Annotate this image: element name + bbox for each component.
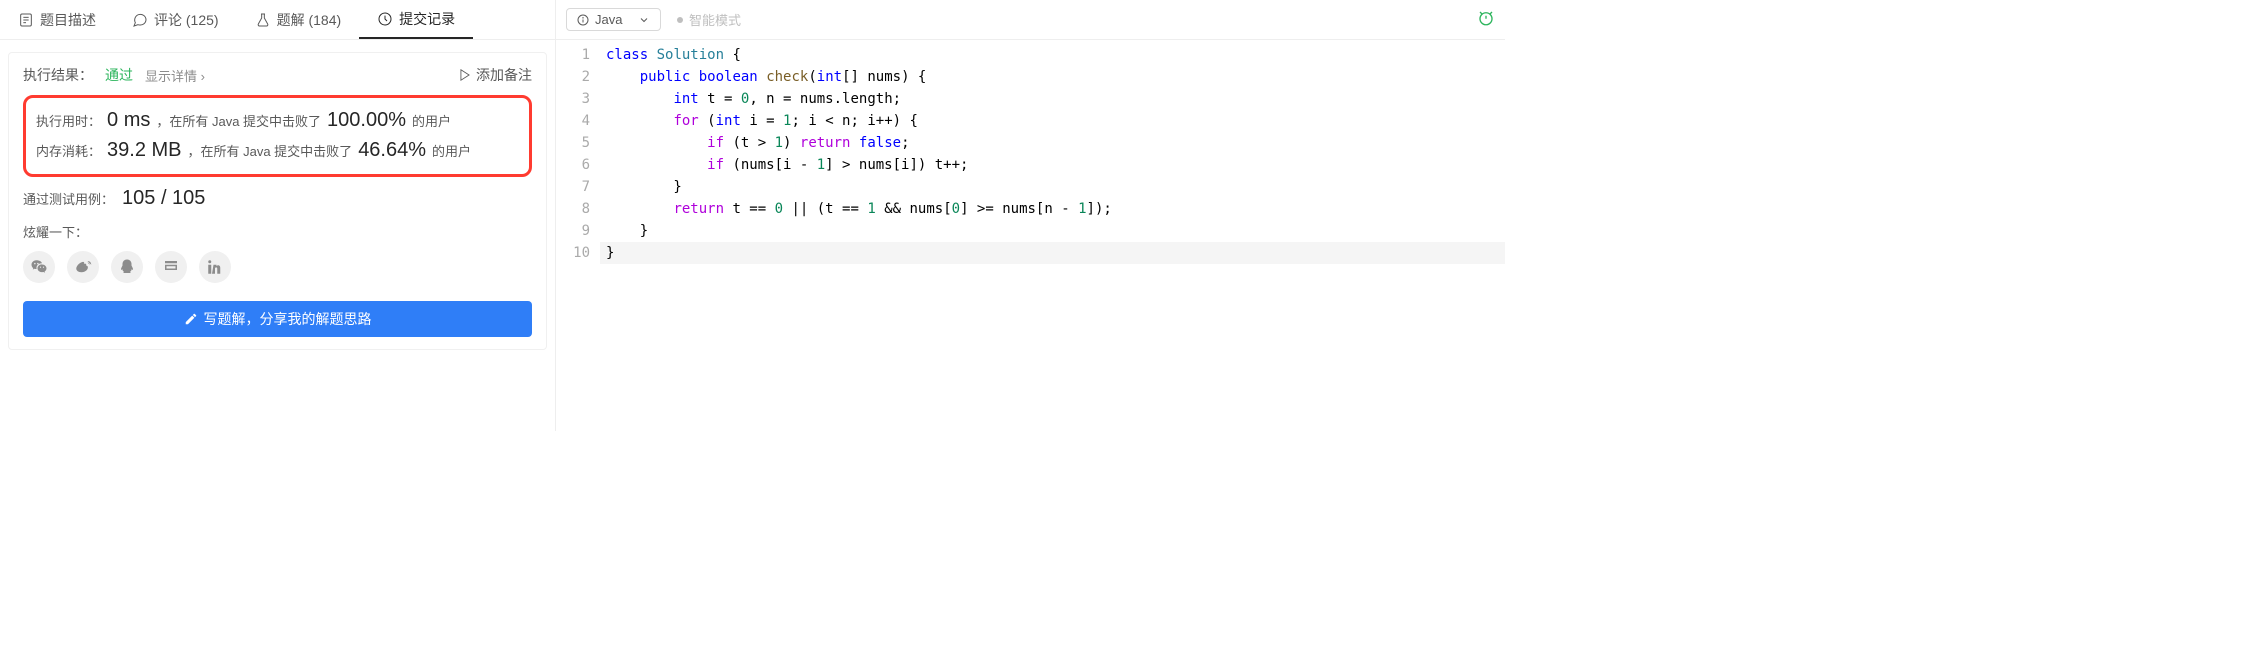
tab-description[interactable]: 题目描述 bbox=[0, 0, 114, 39]
code-line: } bbox=[600, 220, 1505, 242]
code-line: class Solution { bbox=[600, 44, 1505, 66]
add-note-button[interactable]: 添加备注 bbox=[458, 65, 532, 85]
tab-label: 题解 (184) bbox=[277, 10, 342, 30]
tab-comments[interactable]: 评论 (125) bbox=[114, 0, 237, 39]
language-select[interactable]: Java bbox=[566, 8, 661, 31]
share-icons bbox=[23, 251, 532, 283]
show-details-link[interactable]: 显示详情 bbox=[145, 66, 205, 85]
flask-icon bbox=[255, 12, 271, 28]
tab-label: 评论 (125) bbox=[154, 10, 219, 30]
tab-label: 提交记录 bbox=[399, 9, 455, 29]
tab-solutions[interactable]: 题解 (184) bbox=[237, 0, 360, 39]
tabs-bar: 题目描述 评论 (125) 题解 (184) 提交记录 bbox=[0, 0, 555, 40]
code-line: if (nums[i - 1] > nums[i]) t++; bbox=[600, 154, 1505, 176]
result-header: 执行结果： 通过 显示详情 添加备注 bbox=[23, 65, 532, 85]
runtime-percentile: 100.00% bbox=[327, 106, 406, 134]
stats-highlight-box: 执行用时： 0 ms ，在所有 Java 提交中击败了 100.00% 的用户 … bbox=[23, 95, 532, 177]
testcases-value: 105 / 105 bbox=[122, 187, 205, 210]
result-status: 通过 bbox=[105, 65, 133, 85]
pencil-icon bbox=[184, 312, 198, 326]
code-area[interactable]: class Solution { public boolean check(in… bbox=[600, 40, 1505, 264]
add-note-label: 添加备注 bbox=[476, 65, 532, 85]
memory-row: 内存消耗： 39.2 MB ，在所有 Java 提交中击败了 46.64% 的用… bbox=[36, 136, 519, 166]
runtime-row: 执行用时： 0 ms ，在所有 Java 提交中击败了 100.00% 的用户 bbox=[36, 106, 519, 136]
write-solution-label: 写题解，分享我的解题思路 bbox=[204, 309, 372, 329]
code-line: public boolean check(int[] nums) { bbox=[600, 66, 1505, 88]
code-line: } bbox=[600, 176, 1505, 198]
memory-suffix: 的用户 bbox=[432, 138, 471, 166]
qq-icon[interactable] bbox=[111, 251, 143, 283]
flag-icon bbox=[458, 68, 472, 82]
timer-button[interactable] bbox=[1477, 9, 1495, 30]
document-icon bbox=[18, 12, 34, 28]
runtime-mid: ，在所有 Java 提交中击败了 bbox=[156, 108, 321, 136]
code-line: } bbox=[600, 242, 1505, 264]
line-gutter: 12345678910 bbox=[556, 40, 600, 264]
testcases-label: 通过测试用例： bbox=[23, 189, 114, 208]
memory-label: 内存消耗： bbox=[36, 138, 101, 166]
testcases-row: 通过测试用例： 105 / 105 bbox=[23, 187, 532, 210]
smart-mode-label: 智能模式 bbox=[689, 10, 741, 29]
write-solution-button[interactable]: 写题解，分享我的解题思路 bbox=[23, 301, 532, 337]
comment-icon bbox=[132, 12, 148, 28]
code-line: for (int i = 1; i < n; i++) { bbox=[600, 110, 1505, 132]
memory-value: 39.2 MB bbox=[107, 136, 181, 164]
editor-toolbar: Java 智能模式 bbox=[556, 0, 1505, 40]
code-line: return t == 0 || (t == 1 && nums[0] >= n… bbox=[600, 198, 1505, 220]
memory-percentile: 46.64% bbox=[358, 136, 426, 164]
code-line: if (t > 1) return false; bbox=[600, 132, 1505, 154]
douban-icon[interactable] bbox=[155, 251, 187, 283]
weibo-icon[interactable] bbox=[67, 251, 99, 283]
memory-mid: ，在所有 Java 提交中击败了 bbox=[188, 138, 353, 166]
wechat-icon[interactable] bbox=[23, 251, 55, 283]
runtime-value: 0 ms bbox=[107, 106, 150, 134]
info-icon bbox=[577, 14, 589, 26]
language-label: Java bbox=[595, 12, 622, 27]
result-card: 执行结果： 通过 显示详情 添加备注 执行用时： 0 ms ，在所有 Java … bbox=[8, 52, 547, 350]
dot-icon bbox=[677, 17, 683, 23]
result-label: 执行结果： bbox=[23, 65, 93, 85]
tab-label: 题目描述 bbox=[40, 10, 96, 30]
code-line: int t = 0, n = nums.length; bbox=[600, 88, 1505, 110]
tab-submissions[interactable]: 提交记录 bbox=[359, 0, 473, 39]
chevron-down-icon bbox=[638, 14, 650, 26]
runtime-label: 执行用时： bbox=[36, 108, 101, 136]
code-editor[interactable]: 12345678910 class Solution { public bool… bbox=[556, 40, 1505, 264]
alarm-icon bbox=[1477, 9, 1495, 27]
smart-mode-toggle[interactable]: 智能模式 bbox=[677, 10, 741, 29]
share-label: 炫耀一下： bbox=[23, 222, 532, 241]
linkedin-icon[interactable] bbox=[199, 251, 231, 283]
runtime-suffix: 的用户 bbox=[412, 108, 451, 136]
history-icon bbox=[377, 11, 393, 27]
